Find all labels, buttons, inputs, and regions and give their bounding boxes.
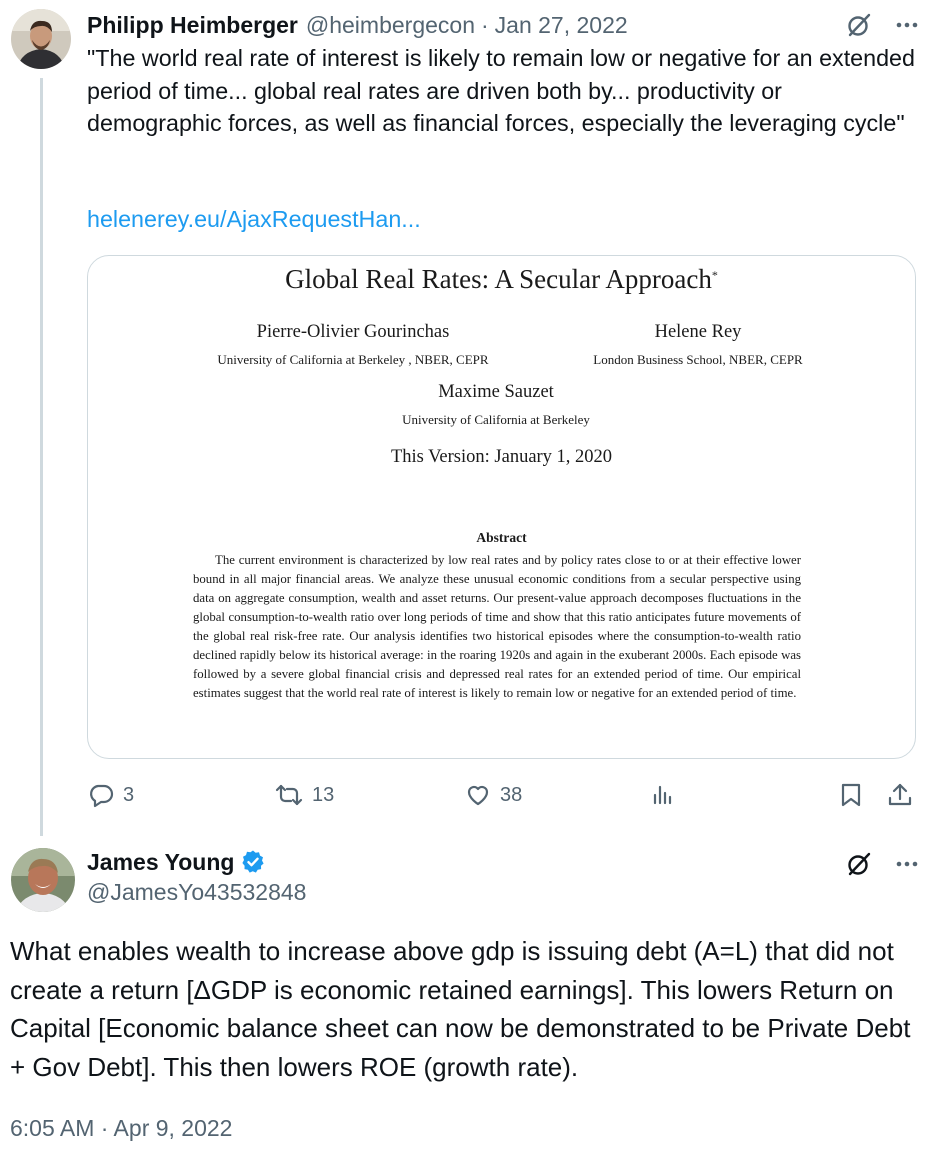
reply-button[interactable]: 3 <box>87 776 134 814</box>
paper-title: Global Real Rates: A Secular Approach* <box>285 264 718 294</box>
more-options-icon[interactable] <box>891 10 923 40</box>
avatar-james-young[interactable] <box>11 848 75 912</box>
like-button[interactable]: 38 <box>464 776 522 814</box>
separator-dot: · <box>480 11 489 38</box>
paper-title-footnote-mark: * <box>711 268 718 282</box>
tweet1-link[interactable]: helenerey.eu/AjaxRequestHan... <box>87 203 421 235</box>
link-preview-card[interactable]: Global Real Rates: A Secular Approach* P… <box>87 255 916 759</box>
avatar-philipp-heimberger[interactable] <box>11 9 71 69</box>
verified-badge-icon <box>242 850 265 873</box>
repost-icon <box>275 784 303 806</box>
paper-version: This Version: January 1, 2020 <box>390 447 613 467</box>
tweet1-text: "The world real rate of interest is like… <box>87 45 915 136</box>
paper-affiliation-3: University of California at Berkeley <box>402 412 590 427</box>
grok-icon[interactable] <box>843 10 875 40</box>
paper-author-3: Maxime Sauzet <box>438 382 554 402</box>
author-name[interactable]: Philipp Heimberger <box>87 12 298 39</box>
paper-abstract: The current environment is characterized… <box>193 553 801 700</box>
tweet-date[interactable]: Jan 27, 2022 <box>495 12 628 39</box>
author-handle[interactable]: @JamesYo43532848 <box>87 879 306 906</box>
views-button[interactable] <box>650 776 676 814</box>
tweet2-top-icons <box>843 849 923 879</box>
share-icon <box>888 783 912 806</box>
tweet2-text: What enables wealth to increase above gd… <box>10 936 911 1082</box>
paper-author-1: Pierre-Olivier Gourinchas <box>256 322 450 342</box>
tweet1-top-icons <box>843 10 923 40</box>
heart-icon <box>467 785 489 806</box>
paper-preview-image: Global Real Rates: A Secular Approach* P… <box>88 256 915 758</box>
reply-count: 3 <box>123 783 135 806</box>
tweet2-header: James Young <box>87 846 266 878</box>
bookmark-button[interactable] <box>839 776 863 814</box>
like-count: 38 <box>500 783 523 806</box>
repost-button[interactable]: 13 <box>274 776 334 814</box>
grok-icon[interactable] <box>843 849 875 879</box>
reply-icon <box>90 784 114 808</box>
tweet1-header: Philipp Heimberger @heimbergecon · Jan 2… <box>87 9 628 41</box>
bookmark-icon <box>841 783 861 807</box>
tweet2-timestamp[interactable]: 6:05 AM · Apr 9, 2022 <box>10 1115 232 1142</box>
paper-affiliation-1: University of California at Berkeley , N… <box>217 352 489 367</box>
repost-count: 13 <box>312 783 335 806</box>
paper-abstract-title: Abstract <box>476 530 527 545</box>
thread-connector-line <box>40 78 43 836</box>
views-chart-icon <box>653 785 672 805</box>
paper-author-2: Helene Rey <box>654 322 742 342</box>
share-button[interactable] <box>887 776 913 814</box>
tweet1-action-bar: 3 13 38 <box>87 776 917 814</box>
more-options-icon[interactable] <box>891 849 923 879</box>
author-name[interactable]: James Young <box>87 849 234 876</box>
paper-affiliation-2: London Business School, NBER, CEPR <box>593 352 803 367</box>
author-handle[interactable]: @heimbergecon <box>306 12 475 39</box>
